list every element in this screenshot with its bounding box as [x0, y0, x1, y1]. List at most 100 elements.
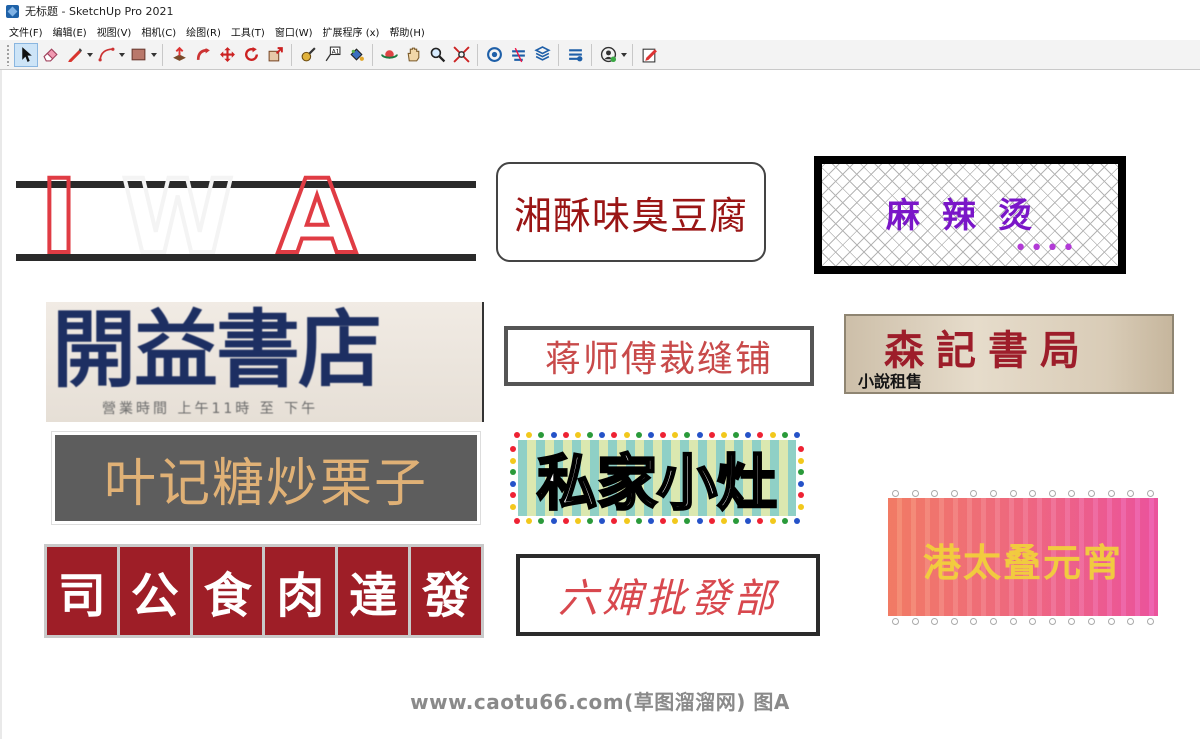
sign-char: 達 — [338, 547, 409, 635]
letter-t: T — [167, 262, 243, 271]
sign-text: 港太叠元宵 — [922, 540, 1123, 585]
sketchup-icon — [6, 4, 19, 18]
rectangle-dropdown[interactable] — [150, 43, 158, 67]
paint-bucket-icon[interactable] — [344, 43, 368, 67]
select-icon[interactable] — [14, 42, 38, 67]
rotate-icon[interactable] — [239, 43, 263, 67]
title-bar: 无标题 - SketchUp Pro 2021 — [0, 0, 1200, 22]
eraser-icon[interactable] — [38, 43, 62, 67]
rivet — [1088, 618, 1096, 625]
orbit-icon[interactable] — [377, 43, 401, 67]
rivet — [931, 490, 939, 497]
menu-extensions[interactable]: 扩展程序 (x) — [318, 24, 385, 39]
rivet — [1009, 618, 1017, 625]
rivet — [931, 618, 939, 625]
sign-xiangsu-tofu[interactable]: 湘酥味臭豆腐 — [496, 162, 766, 262]
push-pull-icon[interactable] — [167, 43, 191, 67]
rivet — [1107, 618, 1115, 625]
rivet — [892, 490, 899, 497]
scale-icon[interactable] — [263, 43, 287, 67]
menu-draw[interactable]: 绘图(R) — [181, 24, 226, 39]
pan-icon[interactable] — [401, 43, 425, 67]
sign-mala-tang[interactable]: 麻辣烫 •••• — [814, 156, 1126, 274]
sign-yeji-chestnuts[interactable]: 叶记糖炒栗子 — [52, 432, 480, 524]
sign-i-want[interactable]: I W A N T — [16, 166, 476, 270]
menu-bar: 文件(F) 编辑(E) 视图(V) 相机(C) 绘图(R) 工具(T) 窗口(W… — [0, 22, 1200, 40]
window-title: 无标题 - SketchUp Pro 2021 — [25, 5, 174, 18]
rivet — [911, 490, 919, 497]
menu-view[interactable]: 视图(V) — [92, 24, 137, 39]
pencil-dropdown[interactable] — [86, 43, 94, 67]
account-icon[interactable] — [596, 43, 620, 67]
sign-dots: •••• — [1014, 236, 1078, 261]
rivet — [911, 618, 919, 625]
sign-sijia-xiaozao[interactable]: 私家小灶 — [510, 432, 804, 524]
rivet — [1107, 490, 1115, 497]
rivet — [970, 490, 978, 497]
sign-subtext: 小說租售 — [858, 372, 923, 391]
letter-i: I — [38, 166, 82, 270]
sign-gangtai-yuanxiao[interactable]: 港太叠元宵 — [884, 490, 1162, 626]
letter-w: W — [119, 166, 238, 270]
watermark: www.caotu66.com(草图溜溜网) 图A — [410, 690, 790, 714]
tape-measure-icon[interactable] — [296, 43, 320, 67]
sign-char: 司 — [47, 547, 117, 635]
rivet — [990, 490, 998, 497]
pencil-line-icon[interactable] — [62, 43, 86, 67]
rivet — [970, 618, 978, 625]
zoom-extents-icon[interactable] — [449, 43, 473, 67]
sign-text: 麻辣烫 — [886, 196, 1054, 236]
rivet — [1146, 618, 1154, 625]
menu-help[interactable]: 帮助(H) — [384, 24, 429, 39]
zoom-icon[interactable] — [425, 43, 449, 67]
sign-char: 肉 — [265, 547, 336, 635]
sign-sigong-meat[interactable]: 司 公 食 肉 達 發 — [44, 544, 484, 638]
sign-text: 六婶批發部 — [558, 576, 778, 622]
sign-kaiyi-bookstore[interactable]: 開益書店 營業時間 上午11時 至 下午 — [46, 302, 484, 422]
extension-warehouse-icon[interactable] — [506, 43, 530, 67]
rivet — [1009, 490, 1017, 497]
sign-liushen-wholesale[interactable]: 六婶批發部 — [516, 554, 820, 636]
account-dropdown[interactable] — [620, 43, 628, 67]
rivet — [950, 490, 958, 497]
sign-senji-bookshop[interactable]: 森記書局 小說租售 — [844, 314, 1174, 394]
menu-file[interactable]: 文件(F) — [4, 24, 48, 39]
rivet — [1048, 490, 1056, 497]
sign-text: 蒋师傅裁缝铺 — [544, 339, 773, 380]
toolbar: A1 — [0, 40, 1200, 70]
arc-dropdown[interactable] — [118, 43, 126, 67]
warehouse-icon[interactable] — [482, 43, 506, 67]
menu-edit[interactable]: 编辑(E) — [48, 24, 92, 39]
rectangle-icon[interactable] — [126, 43, 150, 67]
sign-subtext: 營業時間 上午11時 至 下午 — [102, 401, 319, 417]
rivet — [990, 618, 998, 625]
feedback-icon[interactable] — [637, 43, 661, 67]
text-label-icon[interactable]: A1 — [320, 43, 344, 67]
move-icon[interactable] — [215, 43, 239, 67]
letter-n: N — [38, 262, 129, 271]
extension-manager-icon[interactable] — [563, 43, 587, 67]
sign-text: 開益書店 — [52, 302, 382, 399]
rivet — [1048, 618, 1056, 625]
sign-jiangshi-tailor[interactable]: 蒋师傅裁缝铺 — [504, 326, 814, 386]
menu-camera[interactable]: 相机(C) — [136, 24, 181, 39]
sign-text: 私家小灶 — [536, 447, 779, 520]
rivet — [1068, 490, 1076, 497]
letter-a: A — [276, 166, 361, 270]
svg-text:A1: A1 — [331, 49, 339, 55]
menu-window[interactable]: 窗口(W) — [270, 24, 318, 39]
arc-icon[interactable] — [94, 43, 118, 67]
rivet — [1127, 618, 1135, 625]
layout-icon[interactable] — [530, 43, 554, 67]
sign-char: 公 — [119, 547, 190, 635]
follow-me-icon[interactable] — [191, 43, 215, 67]
rivet-row-top — [892, 490, 1154, 497]
sign-text: 湘酥味臭豆腐 — [513, 193, 748, 238]
sign-char: 食 — [192, 547, 263, 635]
rivet-row-bottom — [892, 618, 1154, 625]
toolbar-grip[interactable] — [6, 43, 10, 66]
rivet — [1146, 490, 1154, 497]
sign-char: 發 — [411, 547, 481, 635]
rivet — [1068, 618, 1076, 625]
menu-tools[interactable]: 工具(T) — [226, 24, 270, 39]
